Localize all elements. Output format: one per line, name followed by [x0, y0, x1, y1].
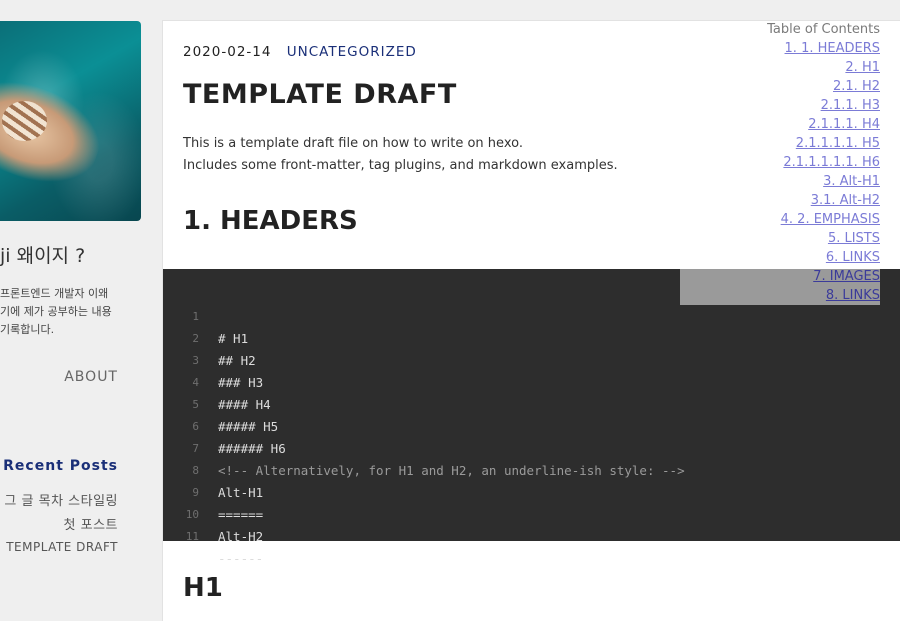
toc-link[interactable]: 6. LINKS	[767, 248, 880, 267]
code-block[interactable]: 1 # H1 2 ## H2 3 ### H3 4 #### H4 5 ####…	[163, 269, 900, 566]
code-line: 3 ### H3	[163, 328, 263, 390]
recent-post-link[interactable]: 첫 포스트	[64, 514, 118, 533]
line-number: 11	[185, 530, 199, 543]
post-intro: This is a template draft file on how to …	[183, 133, 618, 177]
toc-link[interactable]: 2.1.1.1.1.1. H6	[767, 153, 880, 172]
code-text: #### H4	[218, 397, 271, 412]
code-text: Alt-H2	[218, 529, 264, 544]
site-description: 프론트엔드 개발자 이왜 기에 제가 공부하는 내용 기록합니다.	[0, 287, 112, 336]
toc-link[interactable]: 4. 2. EMPHASIS	[767, 210, 880, 229]
post-category-link[interactable]: UNCATEGORIZED	[287, 44, 417, 60]
code-text: ======	[218, 507, 264, 522]
intro-line: Includes some front-matter, tag plugins,…	[183, 158, 618, 173]
code-line: 11 ------	[163, 504, 263, 566]
toc-link[interactable]: 1. 1. HEADERS	[767, 39, 880, 58]
code-text: ------	[218, 551, 264, 566]
nav-about-link[interactable]: ABOUT	[64, 369, 118, 385]
code-line: 1 # H1	[163, 284, 248, 346]
code-text: # H1	[218, 331, 249, 346]
toc-link[interactable]: 2. H1	[767, 58, 880, 77]
site-title[interactable]: ji 왜이지 ?	[0, 241, 85, 268]
section-heading-h1: H1	[183, 573, 223, 603]
recent-post-link[interactable]: 그 글 목차 스타일링	[4, 490, 118, 509]
recent-post-link[interactable]: TEMPLATE DRAFT	[6, 540, 118, 554]
toc-title: Table of Contents	[767, 22, 880, 37]
code-line: 2 ## H2	[163, 306, 255, 368]
toc-link[interactable]: 5. LISTS	[767, 229, 880, 248]
code-line: 9 ======	[163, 460, 263, 522]
toc-link[interactable]: 8. LINKS	[767, 286, 880, 305]
post-date: 2020-02-14	[183, 44, 272, 60]
toc-link[interactable]: 7. IMAGES	[767, 267, 880, 286]
toc-link[interactable]: 2.1.1.1. H4	[767, 115, 880, 134]
code-text: ### H3	[218, 375, 264, 390]
code-line: 8 Alt-H1	[163, 438, 263, 500]
toc-link[interactable]: 3.1. Alt-H2	[767, 191, 880, 210]
table-of-contents: Table of Contents 1. 1. HEADERS 2. H1 2.…	[767, 20, 880, 305]
code-line: 6 ###### H6	[163, 394, 285, 456]
toc-link[interactable]: 2.1. H2	[767, 77, 880, 96]
post-meta: 2020-02-14 UNCATEGORIZED	[183, 44, 417, 60]
code-text: Alt-H1	[218, 485, 264, 500]
recent-posts-heading: Recent Posts	[3, 458, 118, 474]
code-text: ##### H5	[218, 419, 279, 434]
post-title: TEMPLATE DRAFT	[183, 79, 457, 110]
sidebar: ji 왜이지 ? 프론트엔드 개발자 이왜 기에 제가 공부하는 내용 기록합니…	[0, 0, 160, 600]
avatar[interactable]	[0, 21, 141, 221]
avatar-cap	[2, 101, 47, 141]
code-line: 7 <!-- Alternatively, for H1 and H2, an …	[163, 416, 684, 478]
section-heading-headers: 1. HEADERS	[183, 206, 358, 236]
code-text: ## H2	[218, 353, 256, 368]
intro-line: This is a template draft file on how to …	[183, 136, 523, 151]
toc-link[interactable]: 3. Alt-H1	[767, 172, 880, 191]
code-line: 5 ##### H5	[163, 372, 278, 434]
toc-link[interactable]: 2.1.1.1.1. H5	[767, 134, 880, 153]
code-text: ###### H6	[218, 441, 286, 456]
toc-link[interactable]: 2.1.1. H3	[767, 96, 880, 115]
code-line: 4 #### H4	[163, 350, 270, 412]
code-line: 10 Alt-H2	[163, 482, 263, 544]
code-comment: <!-- Alternatively, for H1 and H2, an un…	[218, 463, 685, 478]
